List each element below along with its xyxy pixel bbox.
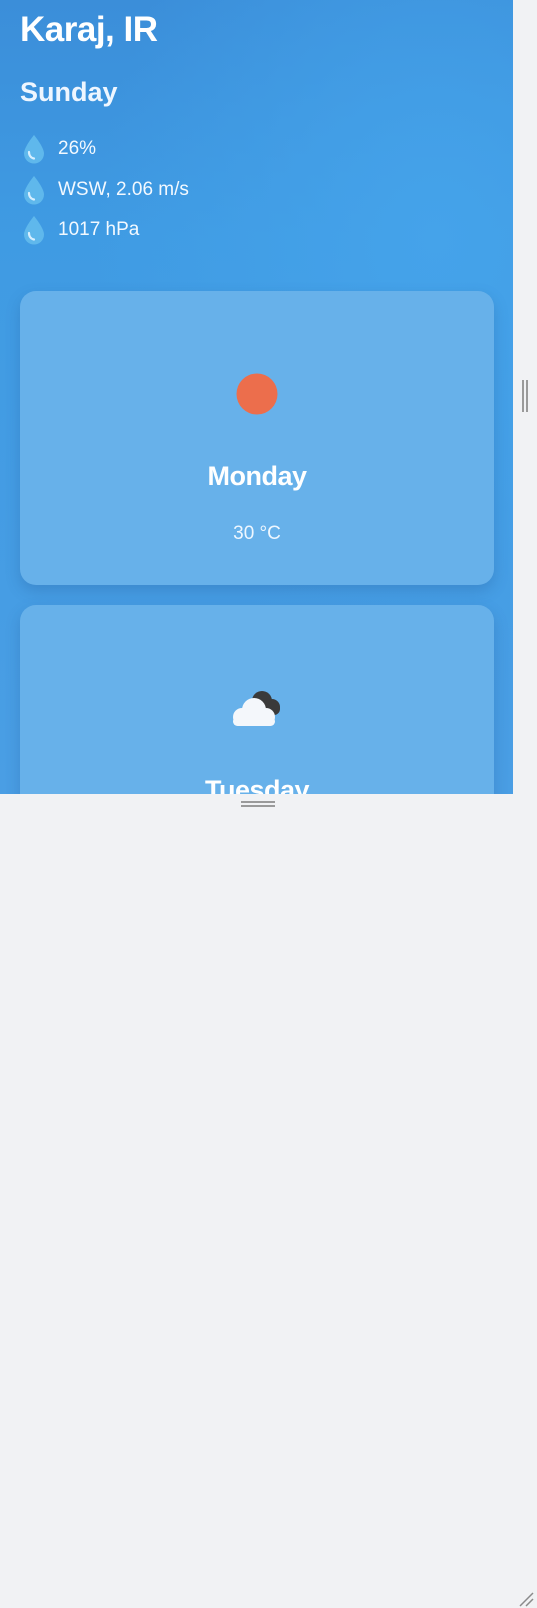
city-title: Karaj, IR — [20, 10, 158, 49]
pressure-value: 1017 hPa — [58, 219, 140, 240]
wind-value: WSW, 2.06 m/s — [58, 179, 189, 200]
resize-handle-icon[interactable] — [517, 1590, 535, 1608]
humidity-row: 26% — [22, 133, 96, 165]
vertical-scrollbar[interactable] — [513, 0, 537, 794]
cloud-icon — [233, 691, 280, 726]
water-drop-icon — [24, 135, 44, 164]
water-drop-icon — [24, 216, 44, 245]
water-drop-icon — [24, 176, 44, 205]
humidity-value: 26% — [58, 138, 97, 159]
forecast-temperature: 30 °C — [233, 523, 281, 544]
pressure-row: 1017 hPa — [22, 214, 139, 246]
forecast-day-label: Monday — [207, 461, 307, 491]
current-day: Sunday — [20, 77, 118, 107]
wind-row: WSW, 2.06 m/s — [22, 174, 189, 206]
forecast-card-tuesday[interactable]: Tuesday — [20, 605, 494, 794]
vertical-scroll-grip[interactable] — [522, 380, 528, 412]
sun-icon — [236, 373, 278, 415]
weather-app: Karaj, IR Sunday 26% WSW, 2.06 m/s 1017 … — [0, 0, 513, 794]
horizontal-scrollbar[interactable] — [0, 794, 537, 1607]
forecast-day-label: Tuesday — [204, 775, 310, 794]
horizontal-scroll-grip[interactable] — [241, 801, 275, 807]
forecast-card-monday[interactable]: Monday 30 °C — [20, 291, 494, 585]
